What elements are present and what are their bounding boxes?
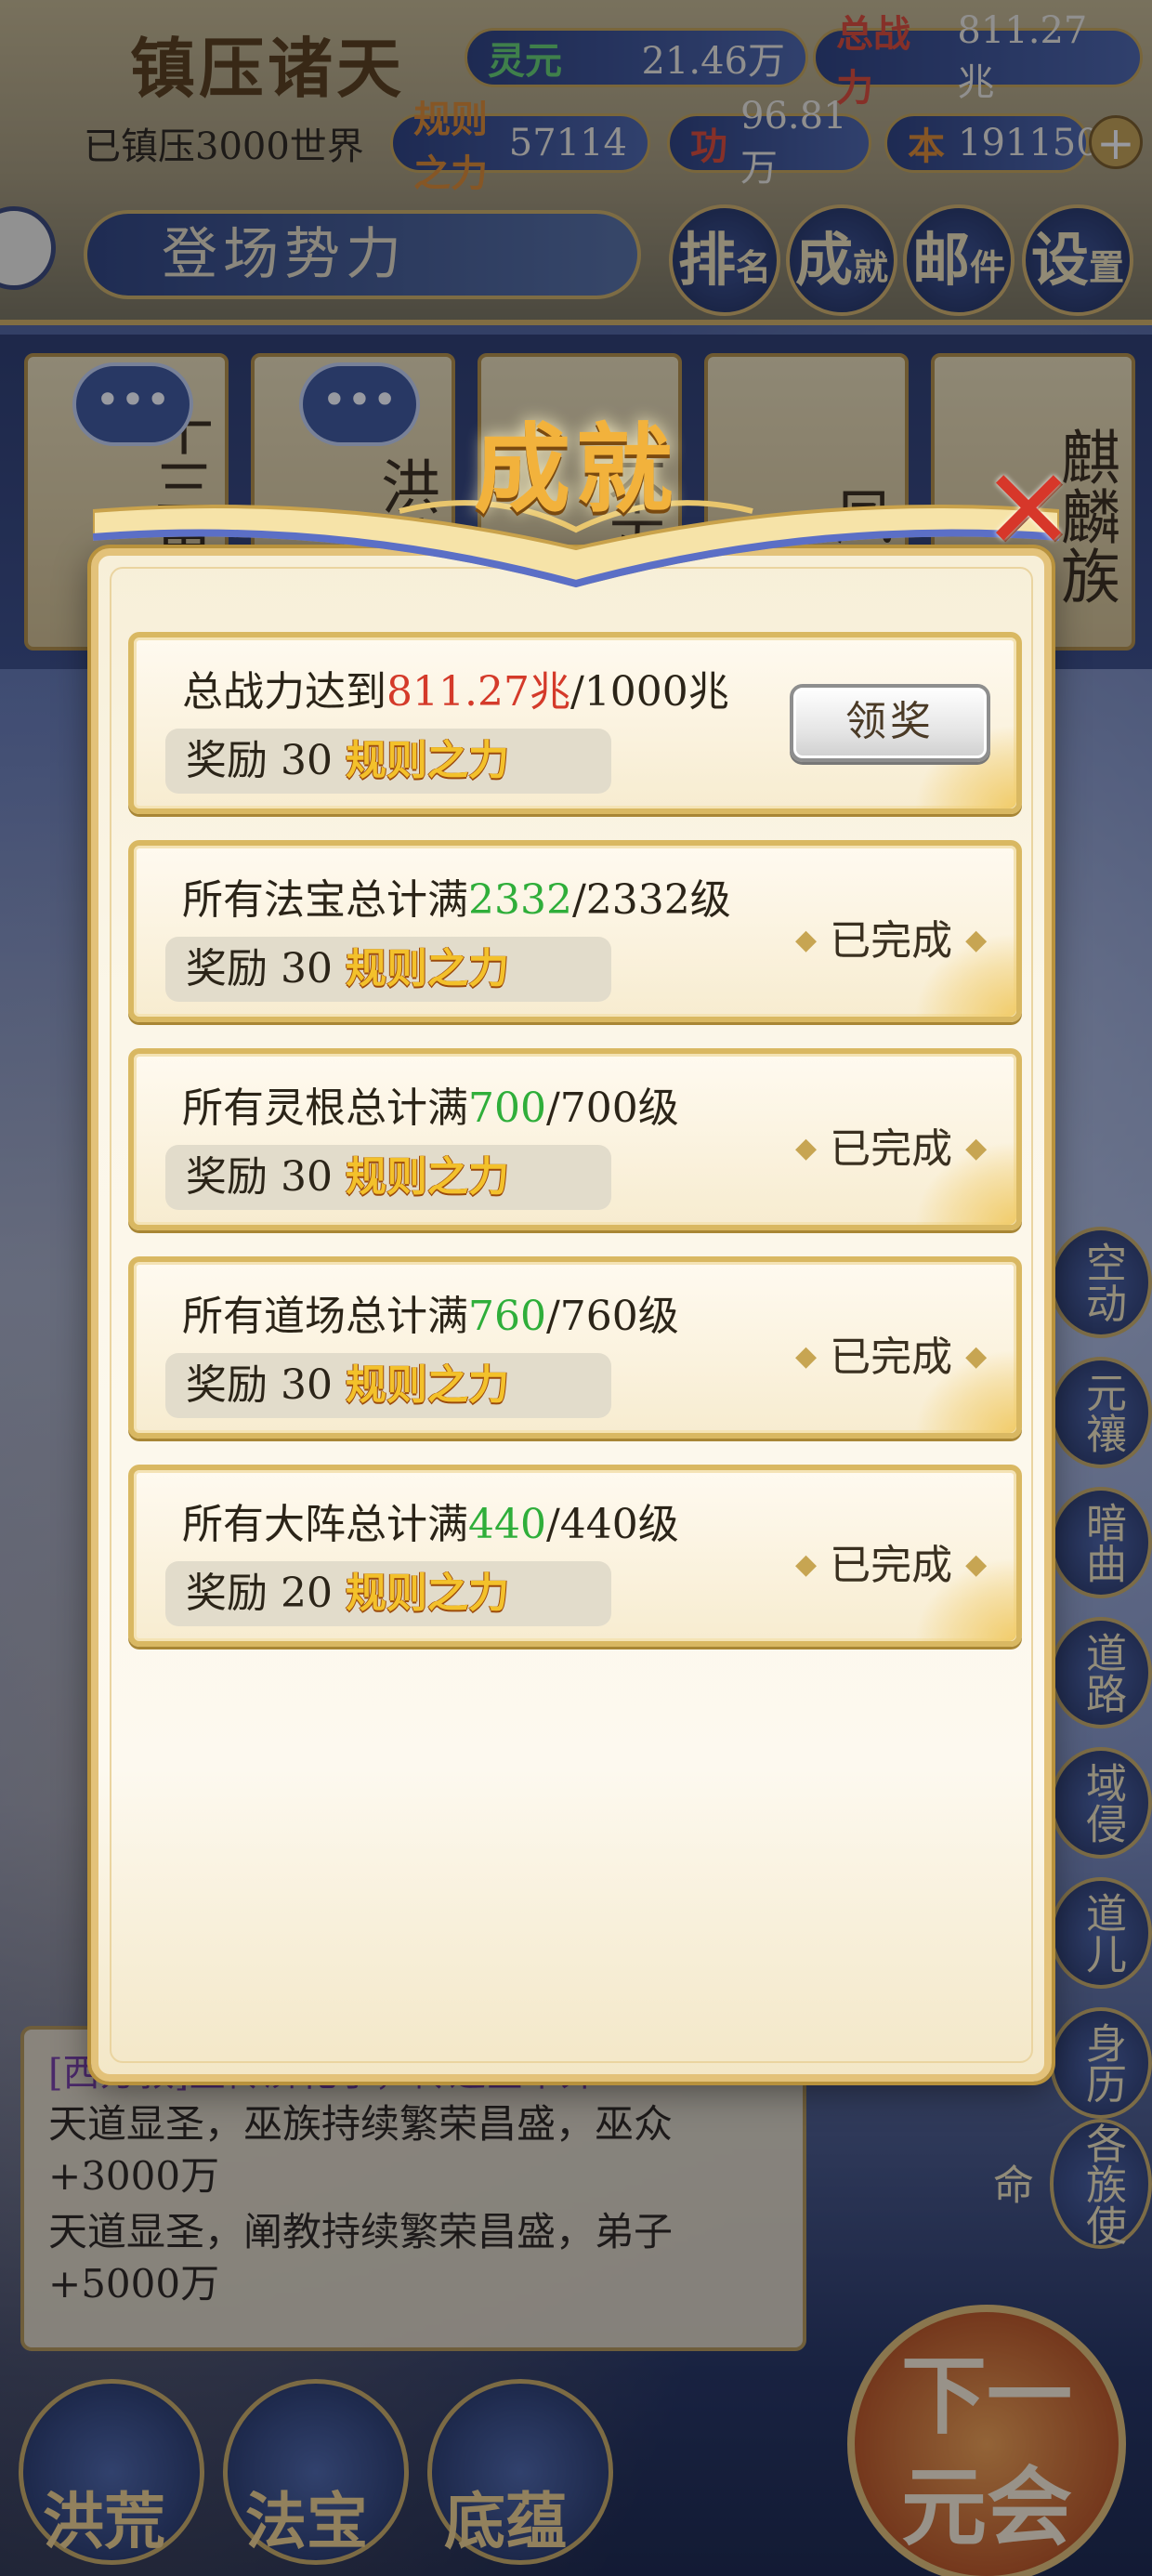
- reward-resource: 规则之力: [345, 1570, 509, 1617]
- achievement-reward: 奖励 30 规则之力: [165, 729, 611, 794]
- achievement-target: /2332级: [571, 876, 731, 924]
- reward-resource: 规则之力: [345, 945, 509, 992]
- completed-status: ◆ 已完成 ◆: [795, 1115, 987, 1175]
- achievement-reward: 奖励 30 规则之力: [165, 937, 611, 1002]
- diamond-icon: ◆: [965, 924, 988, 956]
- achievement-current: 700: [468, 1084, 546, 1132]
- achievement-description: 所有大阵总计满440/440级: [182, 1491, 679, 1550]
- completed-label: 已完成: [830, 1542, 953, 1589]
- diamond-icon: ◆: [795, 1132, 818, 1164]
- claim-reward-button[interactable]: 领奖: [790, 684, 990, 762]
- achievement-item: 总战力达到811.27兆/1000兆 奖励 30 规则之力 领奖: [128, 632, 1022, 814]
- achievement-target: /700级: [545, 1084, 679, 1132]
- achievement-description: 所有法宝总计满2332/2332级: [182, 866, 731, 926]
- reward-resource: 规则之力: [345, 737, 509, 784]
- diamond-icon: ◆: [965, 1132, 988, 1164]
- achievement-item: 所有法宝总计满2332/2332级 奖励 30 规则之力 ◆ 已完成 ◆: [128, 840, 1022, 1022]
- achievement-item: 所有灵根总计满700/700级 奖励 30 规则之力 ◆ 已完成 ◆: [128, 1048, 1022, 1230]
- achievement-prefix: 所有法宝总计满: [182, 876, 468, 924]
- completed-status: ◆ 已完成 ◆: [795, 1323, 987, 1383]
- achievement-list: 总战力达到811.27兆/1000兆 奖励 30 规则之力 领奖 所有法宝总计满…: [128, 632, 1022, 1673]
- diamond-icon: ◆: [795, 1340, 818, 1373]
- reward-resource: 规则之力: [345, 1153, 509, 1201]
- achievement-prefix: 所有大阵总计满: [182, 1501, 468, 1548]
- reward-label: 奖励 30: [186, 737, 346, 784]
- achievement-prefix: 所有道场总计满: [182, 1293, 468, 1340]
- completed-status: ◆ 已完成 ◆: [795, 907, 987, 966]
- achievement-reward: 奖励 30 规则之力: [165, 1145, 611, 1210]
- achievement-current: 440: [468, 1501, 546, 1548]
- achievement-prefix: 所有灵根总计满: [182, 1084, 468, 1132]
- achievement-current: 811.27兆: [386, 668, 570, 716]
- achievement-current: 760: [468, 1293, 546, 1340]
- diamond-icon: ◆: [965, 1548, 988, 1581]
- achievement-description: 所有灵根总计满700/700级: [182, 1074, 679, 1134]
- achievement-description: 总战力达到811.27兆/1000兆: [182, 658, 729, 717]
- reward-label: 奖励 30: [186, 1361, 346, 1409]
- diamond-icon: ◆: [965, 1340, 988, 1373]
- reward-resource: 规则之力: [345, 1361, 509, 1409]
- completed-status: ◆ 已完成 ◆: [795, 1531, 987, 1591]
- completed-label: 已完成: [830, 1125, 953, 1173]
- reward-label: 奖励 20: [186, 1570, 346, 1617]
- achievement-prefix: 总战力达到: [182, 668, 386, 716]
- achievement-description: 所有道场总计满760/760级: [182, 1282, 679, 1342]
- achievement-item: 所有大阵总计满440/440级 奖励 20 规则之力 ◆ 已完成 ◆: [128, 1465, 1022, 1647]
- diamond-icon: ◆: [795, 1548, 818, 1581]
- achievement-reward: 奖励 30 规则之力: [165, 1353, 611, 1418]
- completed-label: 已完成: [830, 917, 953, 965]
- close-icon[interactable]: ✕: [977, 455, 1080, 567]
- reward-label: 奖励 30: [186, 945, 346, 992]
- achievement-reward: 奖励 20 规则之力: [165, 1561, 611, 1626]
- achievement-target: /760级: [545, 1293, 679, 1340]
- achievement-target: /440级: [545, 1501, 679, 1548]
- achievement-item: 所有道场总计满760/760级 奖励 30 规则之力 ◆ 已完成 ◆: [128, 1256, 1022, 1439]
- achievement-target: /1000兆: [569, 668, 729, 716]
- reward-label: 奖励 30: [186, 1153, 346, 1201]
- diamond-icon: ◆: [795, 924, 818, 956]
- achievement-current: 2332: [468, 876, 572, 924]
- completed-label: 已完成: [830, 1334, 953, 1381]
